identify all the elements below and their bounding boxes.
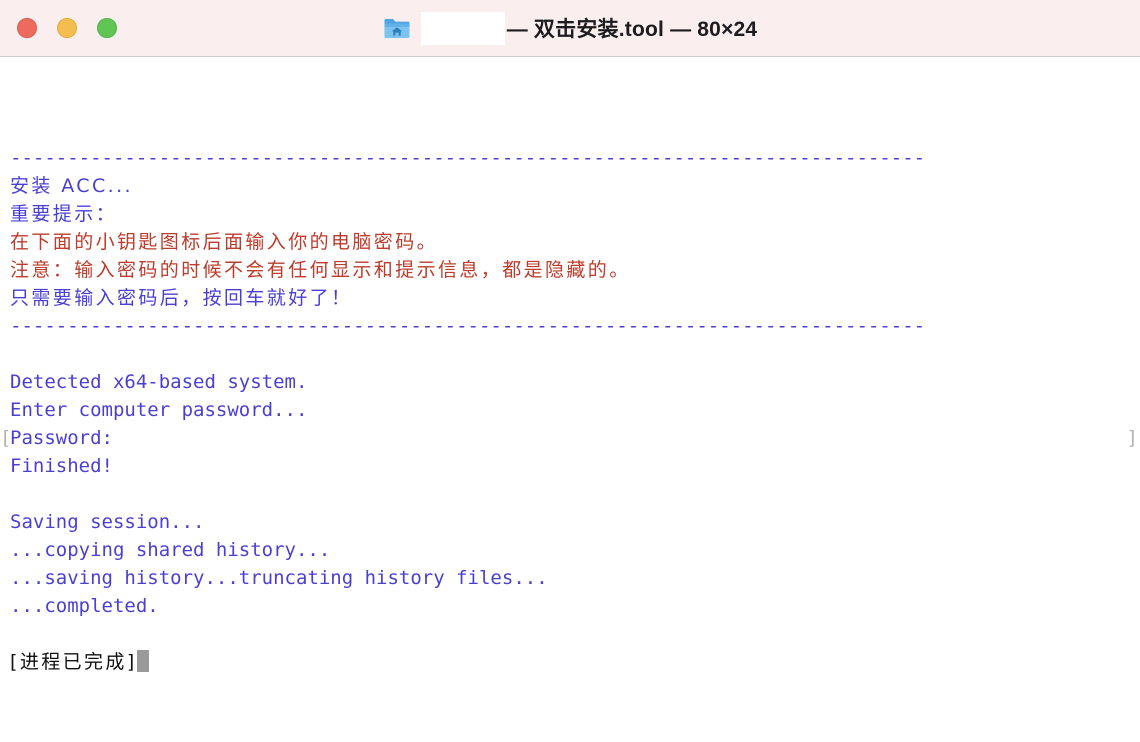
terminal-window: — 双击安装.tool — 80×24 --------------------… [0, 0, 1140, 742]
close-button[interactable] [17, 18, 37, 38]
home-folder-icon [383, 16, 411, 40]
traffic-light-controls [17, 18, 117, 38]
output-line-password-prompt: Password: [10, 427, 113, 449]
process-completed-row: [进程已完成] [10, 648, 149, 676]
output-line-saving-session: Saving session... [10, 511, 205, 533]
separator-top: ----------------------------------------… [10, 147, 926, 169]
window-title-text: — 双击安装.tool — 80×24 [506, 18, 758, 41]
output-line-saving-history: ...saving history...truncating history f… [10, 567, 548, 589]
output-line-enter-password: Enter computer password... [10, 399, 308, 421]
minimize-button[interactable] [57, 18, 77, 38]
banner-line-notice-title: 重要提示： [10, 203, 118, 225]
maximize-button[interactable] [97, 18, 117, 38]
output-line-copying-history: ...copying shared history... [10, 539, 331, 561]
output-line-detected-system: Detected x64-based system. [10, 371, 308, 393]
terminal-cursor [136, 650, 149, 672]
window-title: — 双击安装.tool — 80×24 [383, 11, 758, 45]
window-titlebar[interactable]: — 双击安装.tool — 80×24 [0, 0, 1140, 57]
password-marker-right: ] [1126, 427, 1138, 449]
terminal-output-area[interactable]: ----------------------------------------… [0, 57, 1140, 742]
banner-line-password-hint: 在下面的小钥匙图标后面输入你的电脑密码。 [10, 231, 439, 253]
banner-line-enter-key: 只需要输入密码后，按回车就好了！ [10, 287, 353, 309]
banner-line-hidden-warning: 注意：输入密码的时候不会有任何显示和提示信息，都是隐藏的。 [10, 259, 631, 281]
output-line-completed: ...completed. [10, 595, 159, 617]
banner-line-install: 安装 ACC... [10, 175, 133, 197]
redacted-username-block [420, 11, 505, 45]
process-completed-label: [进程已完成] [10, 651, 137, 673]
separator-bottom: ----------------------------------------… [10, 315, 926, 337]
output-line-finished: Finished! [10, 455, 113, 477]
